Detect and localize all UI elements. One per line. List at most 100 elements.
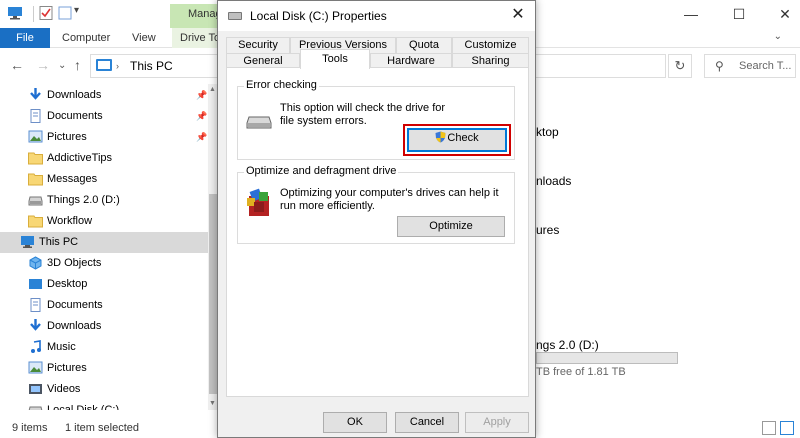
drive-icon [228, 12, 242, 20]
this-pc-icon [96, 59, 112, 71]
sidebar-item-label: Downloads [47, 320, 102, 332]
sidebar-item-label: Things 2.0 (D:) [47, 194, 120, 206]
sidebar-item-label: Messages [47, 173, 98, 185]
manage-context-tab[interactable]: Manag [170, 4, 218, 28]
chevron-right-icon[interactable]: › [116, 61, 119, 71]
content-downloads-label[interactable]: nloads [536, 174, 571, 188]
sidebar-item-messages[interactable]: Messages [0, 169, 208, 190]
content-desktop-label[interactable]: ktop [536, 125, 559, 139]
sidebar-item-desktop[interactable]: Desktop [0, 274, 208, 295]
sidebar-item-videos[interactable]: Videos [0, 379, 208, 400]
error-checking-heading: Error checking [244, 79, 319, 91]
tab-drive-tools[interactable]: Drive To [172, 28, 218, 48]
status-selection: 1 item selected [65, 422, 139, 434]
properties-icon[interactable] [38, 6, 54, 20]
drive-d-label[interactable]: ngs 2.0 (D:) [536, 338, 599, 352]
scroll-up-icon[interactable]: ▲ [209, 86, 216, 93]
close-icon[interactable]: ✕ [501, 1, 535, 31]
folder-icon [28, 214, 43, 228]
download-arrow-icon [28, 319, 43, 333]
computer-icon [20, 235, 35, 249]
cancel-button[interactable]: Cancel [395, 412, 459, 433]
sidebar-item-local-disk-c[interactable]: Local Disk (C:) [0, 400, 208, 410]
back-arrow-icon[interactable]: ← [10, 57, 24, 73]
tab-security[interactable]: Security [226, 37, 290, 53]
sidebar-item-label: Documents [47, 110, 103, 122]
chevron-down-icon[interactable]: ⌄ [774, 31, 782, 42]
search-input[interactable]: ⚲ Search T... [704, 54, 796, 78]
optimize-description: Optimizing your computer's drives can he… [280, 187, 499, 212]
scroll-thumb[interactable] [209, 194, 217, 394]
tab-customize[interactable]: Customize [452, 37, 529, 53]
document-icon [28, 298, 43, 312]
details-view-icon[interactable] [762, 421, 776, 435]
sidebar-item-addictivetips[interactable]: AddictiveTips [0, 148, 208, 169]
optimize-button[interactable]: Optimize [397, 216, 505, 237]
customize-toolbar-icon[interactable]: ▾ [74, 5, 79, 16]
3d-objects-icon [28, 256, 43, 270]
sidebar-item-documents[interactable]: Documents [0, 295, 208, 316]
properties-dialog: Local Disk (C:) Properties ✕ Security Pr… [217, 0, 536, 438]
drive-d-free-space: TB free of 1.81 TB [536, 366, 626, 378]
sidebar-item-label: Downloads [47, 89, 102, 101]
optimize-heading: Optimize and defragment drive [244, 165, 399, 177]
ok-button[interactable]: OK [323, 412, 387, 433]
sidebar-item-label: 3D Objects [47, 257, 102, 269]
folder-icon [28, 151, 43, 165]
sidebar-item-pictures[interactable]: Pictures 📌 [0, 127, 208, 148]
drive-icon [28, 403, 43, 410]
sidebar-item-things-2-0-d[interactable]: Things 2.0 (D:) [0, 190, 208, 211]
pin-icon[interactable]: 📌 [196, 127, 207, 148]
pin-icon[interactable]: 📌 [196, 85, 207, 106]
sidebar-item-label: Desktop [47, 278, 88, 290]
sidebar-item-label: Pictures [47, 131, 87, 143]
tab-file[interactable]: File [0, 28, 50, 48]
download-arrow-icon [28, 88, 43, 102]
folder-icon [28, 172, 43, 186]
sidebar-item-pictures[interactable]: Pictures [0, 358, 208, 379]
refresh-icon[interactable]: ↻ [668, 54, 692, 78]
tab-quota[interactable]: Quota [396, 37, 452, 53]
sidebar-item-downloads[interactable]: Downloads [0, 316, 208, 337]
sidebar-item-label: Workflow [47, 215, 93, 227]
sidebar-item-label: Videos [47, 383, 81, 395]
music-icon [28, 340, 43, 354]
close-icon[interactable]: ✕ [762, 2, 800, 26]
scroll-down-icon[interactable]: ▼ [209, 400, 216, 407]
new-folder-icon[interactable] [58, 6, 74, 20]
tab-view[interactable]: View [132, 28, 156, 48]
sidebar-item-label: AddictiveTips [47, 152, 113, 164]
navigation-pane: Downloads 📌 Documents 📌 Pictures 📌 AddictiveTi… [0, 84, 218, 410]
recent-locations-icon[interactable]: ⌄ [58, 60, 66, 71]
red-highlight-box [403, 124, 511, 156]
pin-icon[interactable]: 📌 [196, 106, 207, 127]
maximize-icon[interactable]: ☐ [716, 2, 762, 26]
videos-icon [28, 382, 43, 396]
sidebar-item-downloads[interactable]: Downloads 📌 [0, 85, 208, 106]
sidebar-item-label: Music [47, 341, 76, 353]
computer-icon[interactable] [7, 6, 23, 20]
address-location[interactable]: This PC [130, 59, 173, 73]
tab-computer[interactable]: Computer [62, 28, 110, 48]
sidebar-item-workflow[interactable]: Workflow [0, 211, 208, 232]
content-pictures-label[interactable]: ures [536, 223, 559, 237]
defragment-icon [247, 188, 269, 216]
search-placeholder: Search T... [739, 60, 792, 72]
sidebar-item-music[interactable]: Music [0, 337, 208, 358]
sidebar-item-label: Documents [47, 299, 103, 311]
up-arrow-icon[interactable]: ↑ [74, 57, 81, 73]
desktop-icon [28, 277, 43, 291]
address-box-end[interactable] [536, 54, 666, 78]
apply-button[interactable]: Apply [465, 412, 529, 433]
sidebar-item-3d-objects[interactable]: 3D Objects [0, 253, 208, 274]
sidebar-item-documents[interactable]: Documents 📌 [0, 106, 208, 127]
search-icon: ⚲ [715, 59, 724, 73]
hard-drive-icon [246, 116, 272, 129]
forward-arrow-icon[interactable]: → [36, 57, 50, 73]
pictures-icon [28, 130, 43, 144]
minimize-icon[interactable]: — [668, 2, 714, 26]
tab-tools[interactable]: Tools [300, 49, 370, 69]
large-icons-view-icon[interactable] [780, 421, 794, 435]
sidebar-item-label: This PC [39, 236, 79, 248]
sidebar-item-this-pc[interactable]: This PC [0, 232, 208, 253]
